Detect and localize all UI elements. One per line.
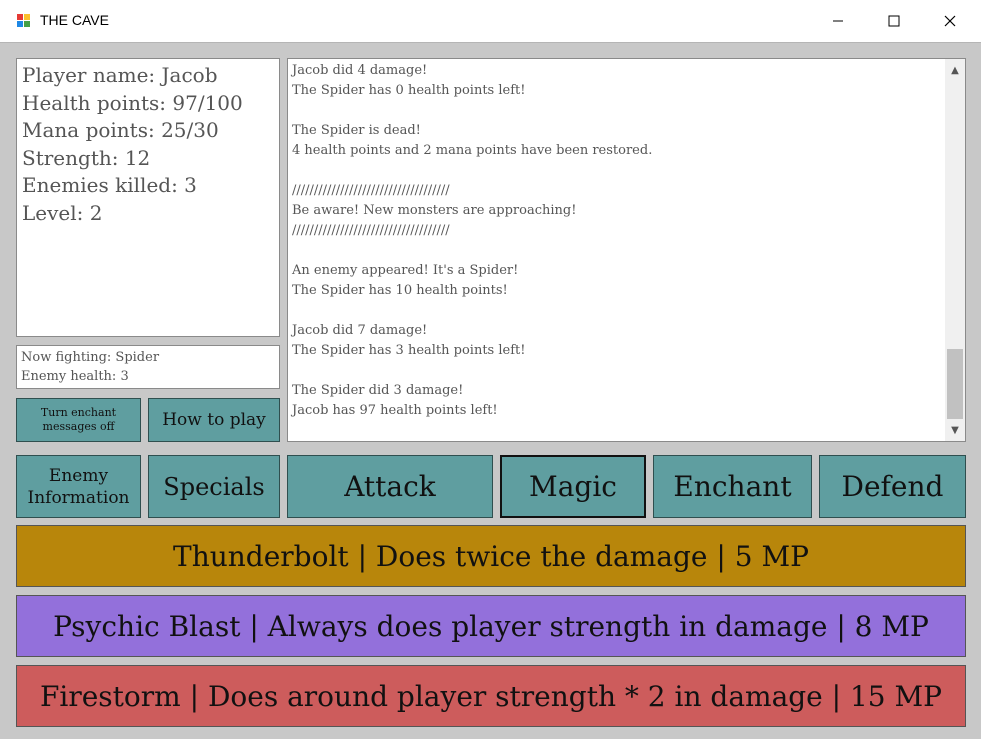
- scroll-down-arrow-icon[interactable]: ▼: [945, 419, 965, 441]
- log-line: Jacob did 7 damage!: [292, 323, 428, 338]
- spell-thunderbolt-label: Thunderbolt | Does twice the damage | 5 …: [173, 539, 809, 573]
- spell-firestorm-button[interactable]: Firestorm | Does around player strength …: [16, 665, 966, 727]
- close-button[interactable]: [922, 0, 978, 42]
- log-line: The Spider has 0 health points left!: [292, 83, 526, 98]
- minimize-button[interactable]: [810, 0, 866, 42]
- close-icon: [944, 15, 956, 27]
- minimize-icon: [833, 20, 843, 22]
- log-line: The Spider is dead!: [292, 123, 421, 138]
- fight-info-panel: Now fighting: Spider Enemy health: 3: [16, 345, 280, 389]
- log-line: An enemy appeared! It's a Spider!: [292, 263, 519, 278]
- turn-enchant-label-line2: messages off: [42, 420, 115, 433]
- maximize-button[interactable]: [866, 0, 922, 42]
- scroll-thumb[interactable]: [947, 349, 963, 419]
- log-line: The Spider has 3 health points left!: [292, 343, 526, 358]
- enchant-label: Enchant: [673, 470, 792, 503]
- spell-psychic-blast-label: Psychic Blast | Always does player stren…: [53, 609, 929, 643]
- log-line: The Spider did 3 damage!: [292, 383, 464, 398]
- how-to-play-label: How to play: [162, 410, 266, 430]
- defend-button[interactable]: Defend: [819, 455, 966, 518]
- health-points: Health points: 97/100: [22, 90, 243, 115]
- log-line: Be aware! New monsters are approaching!: [292, 203, 577, 218]
- spell-firestorm-label: Firestorm | Does around player strength …: [39, 679, 943, 713]
- log-scrollbar[interactable]: ▲ ▼: [945, 59, 965, 441]
- enemy-information-button[interactable]: Enemy Information: [16, 455, 141, 518]
- log-line: Jacob did 4 damage!: [292, 63, 428, 78]
- scroll-up-arrow-icon[interactable]: ▲: [945, 59, 965, 81]
- player-stats-panel: Player name: Jacob Health points: 97/100…: [16, 58, 280, 337]
- strength: Strength: 12: [22, 145, 151, 170]
- enemy-info-label-line2: Information: [27, 487, 130, 508]
- turn-enchant-label-line1: Turn enchant: [40, 406, 117, 419]
- log-line: Jacob has 97 health points left!: [292, 403, 498, 418]
- level: Level: 2: [22, 200, 103, 225]
- spell-thunderbolt-button[interactable]: Thunderbolt | Does twice the damage | 5 …: [16, 525, 966, 587]
- log-line: ////////////////////////////////////: [292, 223, 450, 238]
- specials-label: Specials: [163, 472, 265, 501]
- attack-button[interactable]: Attack: [287, 455, 493, 518]
- window-title: THE CAVE: [40, 12, 109, 28]
- app-icon: [17, 14, 30, 27]
- battle-log[interactable]: Jacob did 4 damage! The Spider has 0 heal…: [287, 58, 966, 442]
- log-line: The Spider has 10 health points!: [292, 283, 508, 298]
- specials-button[interactable]: Specials: [148, 455, 280, 518]
- attack-label: Attack: [344, 470, 436, 503]
- enemy-health: Enemy health: 3: [21, 369, 129, 384]
- turn-enchant-messages-off-button[interactable]: Turn enchant messages off: [16, 398, 141, 442]
- enemies-killed: Enemies killed: 3: [22, 173, 197, 197]
- spell-psychic-blast-button[interactable]: Psychic Blast | Always does player stren…: [16, 595, 966, 657]
- enchant-button[interactable]: Enchant: [653, 455, 812, 518]
- magic-button[interactable]: Magic: [500, 455, 646, 518]
- enemy-info-label-line1: Enemy: [48, 465, 109, 486]
- maximize-icon: [888, 15, 900, 27]
- title-bar: THE CAVE: [0, 0, 981, 43]
- defend-label: Defend: [841, 470, 944, 503]
- now-fighting: Now fighting: Spider: [21, 350, 160, 365]
- battle-log-lines: Jacob did 4 damage! The Spider has 0 heal…: [292, 61, 652, 421]
- log-line: 4 health points and 2 mana points have b…: [292, 143, 653, 158]
- mana-points: Mana points: 25/30: [22, 118, 219, 142]
- player-name: Player name: Jacob: [22, 63, 218, 87]
- magic-label: Magic: [529, 470, 617, 503]
- how-to-play-button[interactable]: How to play: [148, 398, 280, 442]
- log-line: ////////////////////////////////////: [292, 183, 450, 198]
